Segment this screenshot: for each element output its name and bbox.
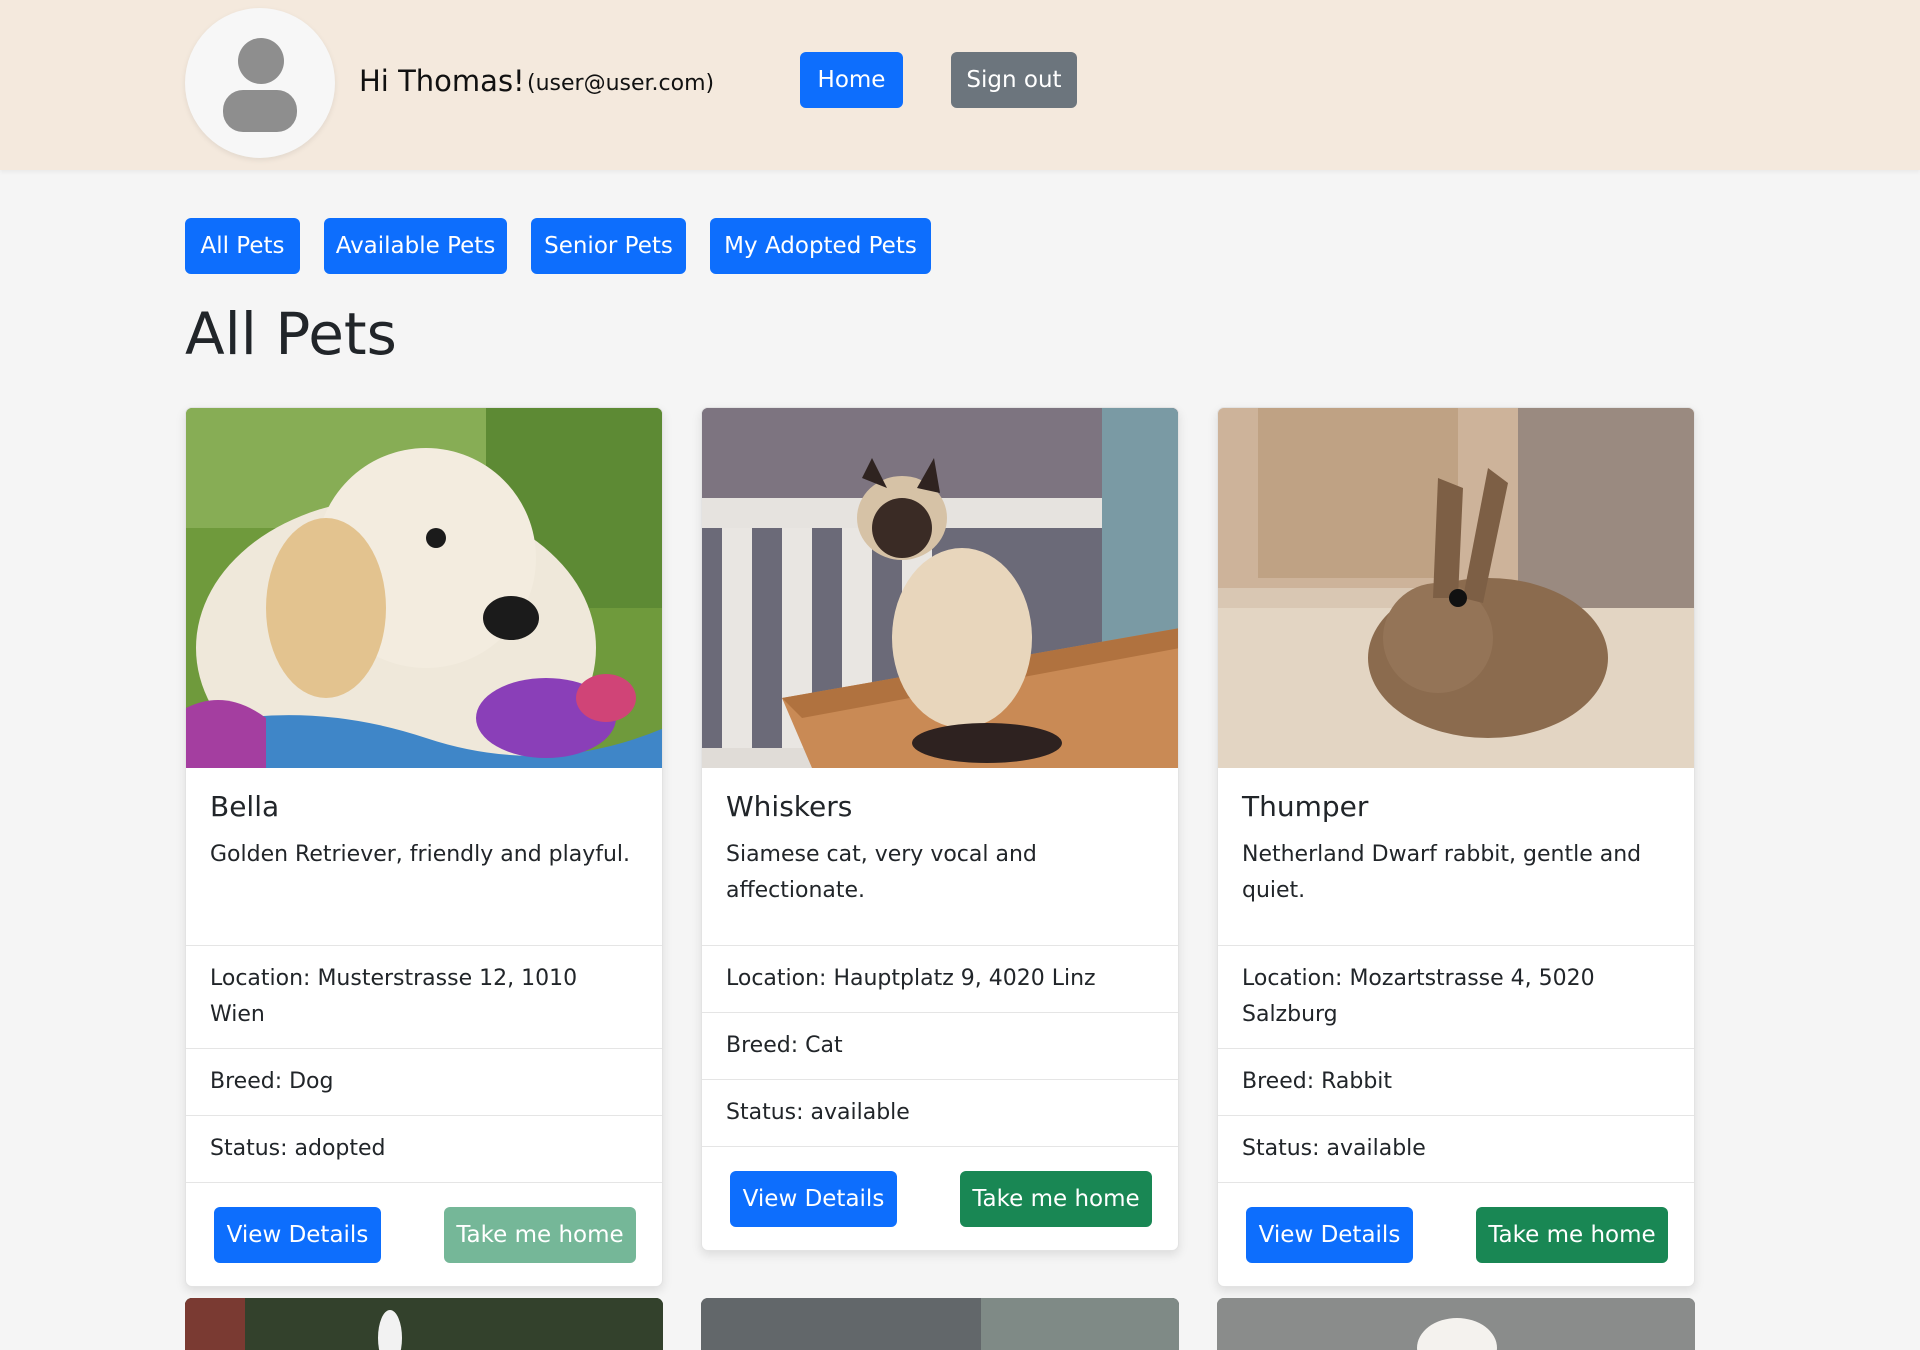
pet-card-image-peek xyxy=(701,1298,1179,1350)
pet-status: Status: available xyxy=(1218,1115,1694,1182)
pet-description: Siamese cat, very vocal and affectionate… xyxy=(726,842,1037,903)
pet-status: Status: available xyxy=(702,1079,1178,1146)
pet-breed: Breed: Cat xyxy=(702,1012,1178,1079)
pet-location: Location: Mozartstrasse 4, 5020 Salzburg xyxy=(1218,945,1694,1048)
avatar-body xyxy=(223,90,297,132)
take-me-home-button[interactable]: Take me home xyxy=(960,1171,1152,1227)
pet-photo-rabbit xyxy=(1218,408,1694,768)
pet-card-thumper: Thumper Netherland Dwarf rabbit, gentle … xyxy=(1217,407,1695,1287)
user-email: (user@user.com) xyxy=(527,71,715,96)
filter-my-adopted-pets-button[interactable]: My Adopted Pets xyxy=(710,218,931,274)
pet-card-image-peek xyxy=(1217,1298,1695,1350)
filter-available-pets-button[interactable]: Available Pets xyxy=(324,218,507,274)
take-me-home-button[interactable]: Take me home xyxy=(1476,1207,1668,1263)
pet-location: Location: Hauptplatz 9, 4020 Linz xyxy=(702,945,1178,1012)
card-footer: View Details Take me home xyxy=(702,1146,1178,1250)
pet-card-whiskers: Whiskers Siamese cat, very vocal and aff… xyxy=(701,407,1179,1251)
pet-name: Bella xyxy=(210,790,280,823)
pet-status: Status: adopted xyxy=(186,1115,662,1182)
view-details-button[interactable]: View Details xyxy=(730,1171,897,1227)
pet-location: Location: Musterstrasse 12, 1010 Wien xyxy=(186,945,662,1048)
pet-name: Thumper xyxy=(1242,790,1369,823)
view-details-button[interactable]: View Details xyxy=(1246,1207,1413,1263)
take-me-home-button: Take me home xyxy=(444,1207,636,1263)
top-header: Hi Thomas! (user@user.com) Home Sign out xyxy=(0,0,1920,170)
filter-senior-pets-button[interactable]: Senior Pets xyxy=(531,218,686,274)
sign-out-button[interactable]: Sign out xyxy=(951,52,1077,108)
greeting-text: Hi Thomas! xyxy=(359,64,525,98)
pet-photo-dog xyxy=(186,408,662,768)
pet-breed: Breed: Dog xyxy=(186,1048,662,1115)
home-button[interactable]: Home xyxy=(800,52,903,108)
pet-card-bella: Bella Golden Retriever, friendly and pla… xyxy=(185,407,663,1287)
view-details-button[interactable]: View Details xyxy=(214,1207,381,1263)
pet-card-image-peek xyxy=(185,1298,663,1350)
card-footer: View Details Take me home xyxy=(1218,1182,1694,1286)
pet-photo-cat xyxy=(702,408,1178,768)
pet-description: Netherland Dwarf rabbit, gentle and quie… xyxy=(1242,842,1642,903)
user-avatar-icon xyxy=(185,8,335,158)
pet-breed: Breed: Rabbit xyxy=(1218,1048,1694,1115)
page-title: All Pets xyxy=(185,300,397,368)
pet-name: Whiskers xyxy=(726,790,853,823)
filter-all-pets-button[interactable]: All Pets xyxy=(185,218,300,274)
avatar-head xyxy=(238,38,284,84)
card-footer: View Details Take me home xyxy=(186,1182,662,1286)
pet-description: Golden Retriever, friendly and playful. xyxy=(210,842,631,867)
